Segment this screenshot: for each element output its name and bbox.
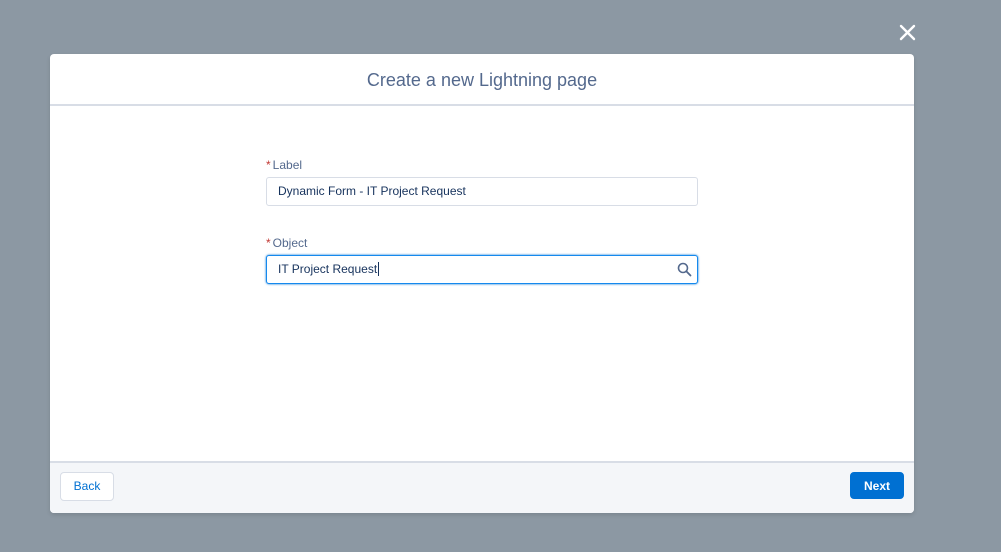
close-modal-button[interactable] [893,19,921,47]
text-caret [378,261,380,276]
object-search-input[interactable]: IT Project Request [266,255,698,284]
next-button[interactable]: Next [850,472,904,499]
object-field-label-text: Object [272,236,308,250]
required-marker: * [266,236,271,250]
label-field-label-text: Label [272,158,303,172]
search-icon[interactable] [677,262,692,277]
new-lightning-page-modal: Create a new Lightning page * Label Dynam… [50,54,914,513]
modal-title: Create a new Lightning page [366,69,598,90]
label-input[interactable]: Dynamic Form - IT Project Request [266,177,698,206]
modal-header: Create a new Lightning page [50,54,914,106]
label-field-label: * Label [266,158,698,172]
label-input-value: Dynamic Form - IT Project Request [278,184,466,198]
back-button[interactable]: Back [60,472,114,501]
required-marker: * [266,158,271,172]
object-input-value: IT Project Request [278,262,378,276]
object-field-group: * Object IT Project Request [266,236,698,284]
label-field-group: * Label Dynamic Form - IT Project Request [266,158,698,206]
close-icon [899,24,916,41]
object-field-label: * Object [266,236,698,250]
modal-body: * Label Dynamic Form - IT Project Request… [50,106,914,461]
modal-footer: Back Next [50,461,914,513]
